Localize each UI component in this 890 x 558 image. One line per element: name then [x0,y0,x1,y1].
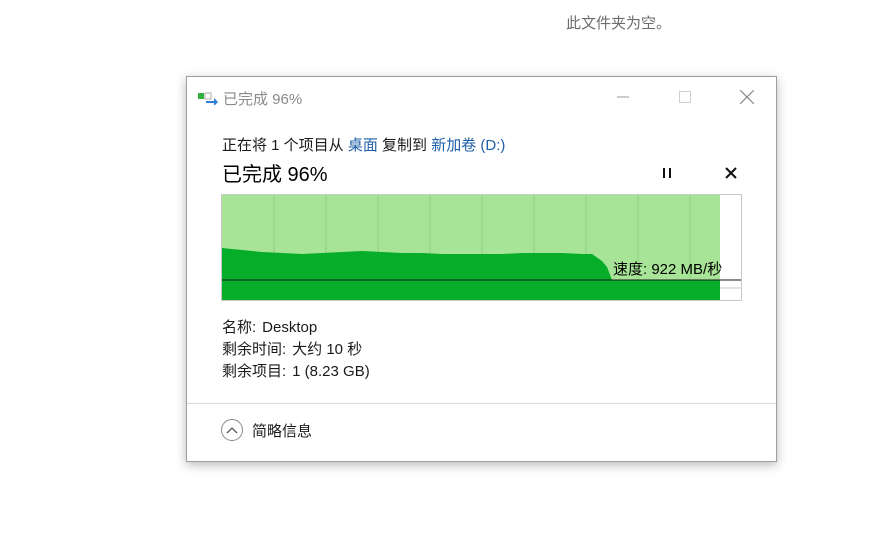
minimize-button[interactable] [600,77,646,117]
detail-items-row: 剩余项目: 1 (8.23 GB) [222,361,370,383]
speed-label: 速度: 922 MB/秒 [613,261,723,278]
progress-status: 已完成 96% [222,164,328,186]
pause-button[interactable] [653,161,681,185]
empty-folder-message: 此文件夹为空。 [566,15,672,32]
destination-link[interactable]: 新加卷 (D:) [431,137,505,154]
source-link[interactable]: 桌面 [348,137,378,154]
chevron-up-icon [221,419,243,441]
close-button[interactable] [724,77,770,117]
items-remaining-label: 剩余项目: [222,363,287,380]
file-copy-dialog: 已完成 96% 正在将 1 个项目从 桌面 复制到 新加卷 (D:) 已完成 9… [186,76,777,462]
footer-divider [187,403,776,404]
fewer-details-label: 简略信息 [252,422,313,440]
cancel-icon [725,167,737,179]
copy-description: 正在将 1 个项目从 桌面 复制到 新加卷 (D:) [222,134,505,155]
cancel-button[interactable] [717,161,745,185]
detail-name-row: 名称: Desktop [222,317,370,339]
maximize-button [662,77,708,117]
transfer-speed-graph: 速度: 922 MB/秒 [221,194,742,301]
pause-icon [663,168,671,178]
close-icon [740,90,754,104]
maximize-icon [679,91,691,103]
speed-graph-svg [222,195,741,300]
window-title: 已完成 96% [223,91,303,108]
fewer-details-toggle[interactable]: 简略信息 [221,419,312,441]
minimize-icon [617,96,629,98]
copy-middle: 复制到 [377,137,432,154]
copy-prefix: 正在将 1 个项目从 [222,137,348,154]
items-remaining-value: 1 (8.23 GB) [292,363,370,380]
copy-transfer-icon [197,91,219,106]
title-bar[interactable]: 已完成 96% [187,77,776,117]
name-value: Desktop [262,319,318,336]
time-remaining-label: 剩余时间: [222,341,287,358]
time-remaining-value: 大约 10 秒 [292,341,363,358]
name-label: 名称: [222,319,257,336]
detail-time-row: 剩余时间: 大约 10 秒 [222,339,370,361]
transfer-details: 名称: Desktop 剩余时间: 大约 10 秒 剩余项目: 1 (8.23 GB) [222,317,370,383]
